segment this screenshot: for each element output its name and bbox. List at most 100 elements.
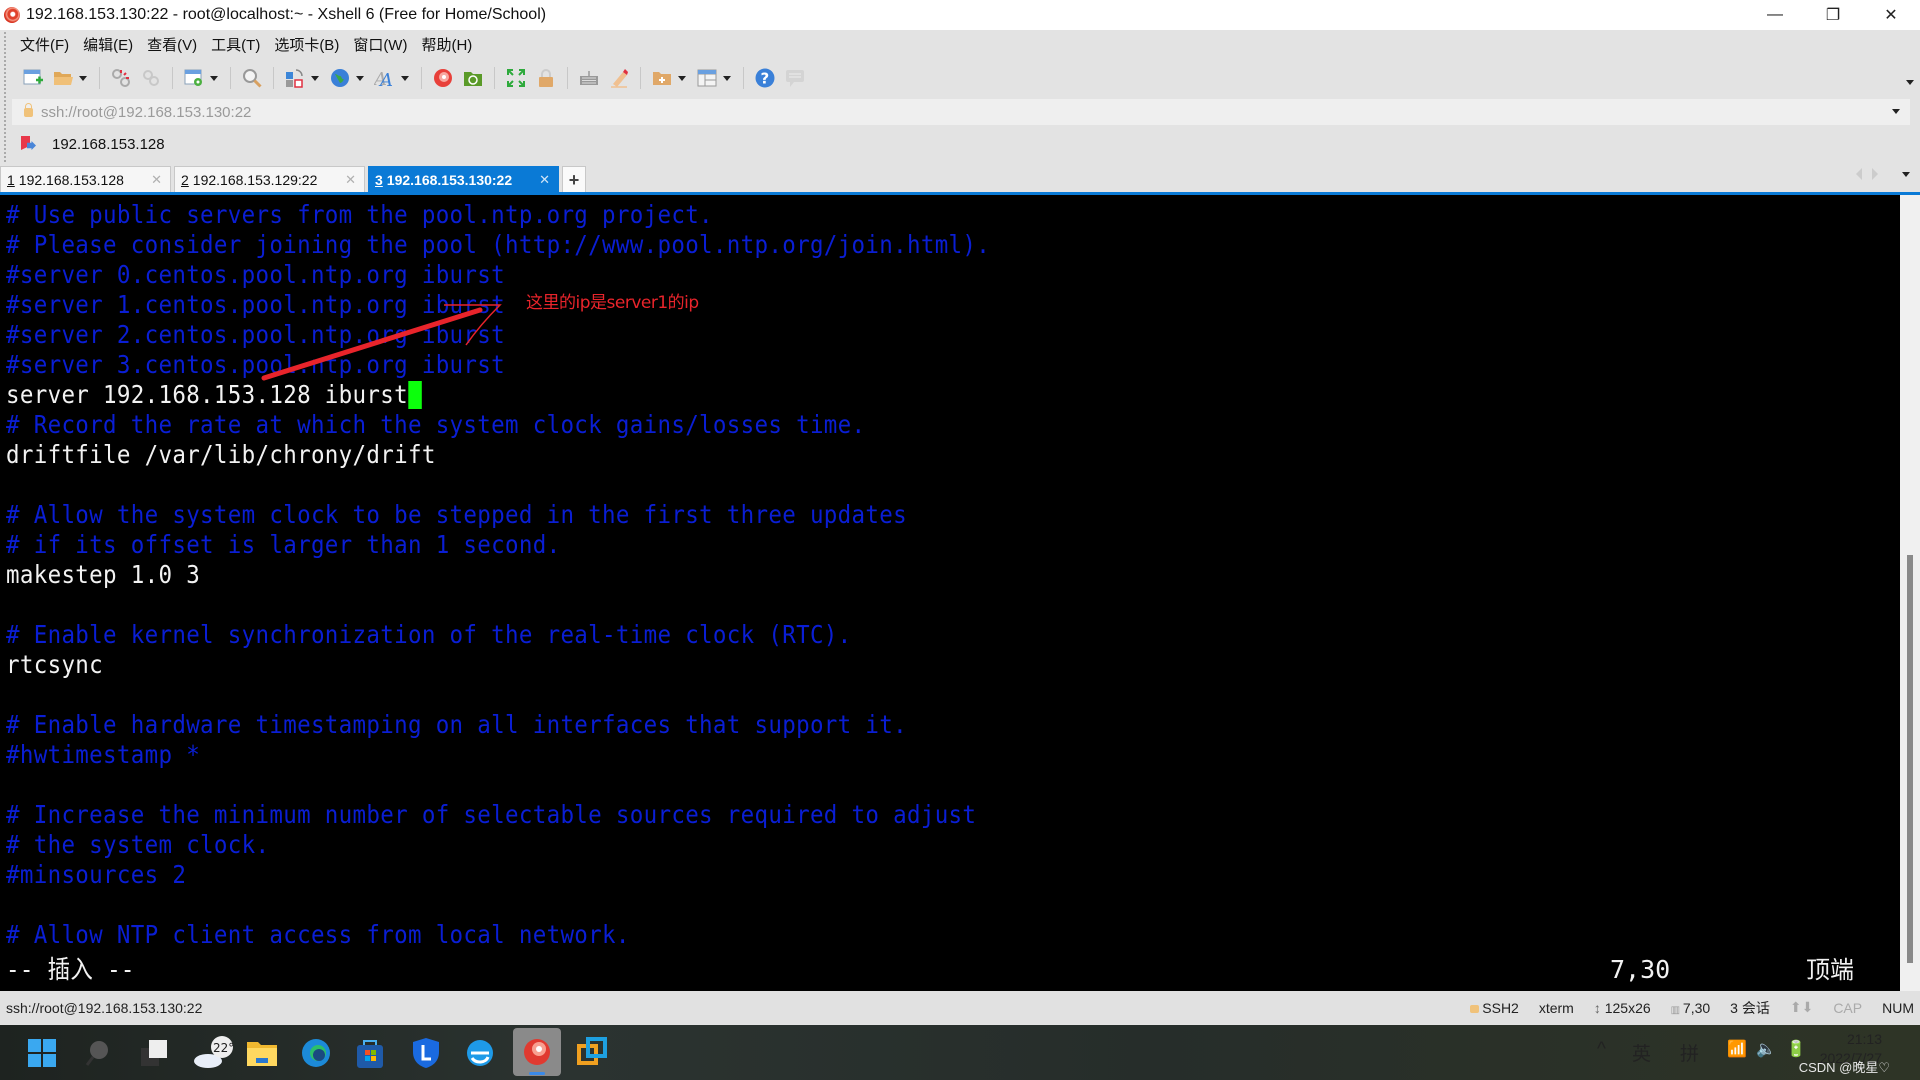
menu-help[interactable]: 帮助(H)	[421, 34, 472, 55]
tab-session-2[interactable]: 2 192.168.153.129:22 ✕	[174, 166, 365, 193]
store-icon[interactable]	[352, 1035, 388, 1071]
new-session-icon[interactable]	[22, 67, 44, 89]
tab-label: 192.168.153.128	[18, 172, 124, 188]
terminal-line: #hwtimestamp *	[6, 740, 200, 770]
quick-session-link[interactable]: 192.168.153.128	[52, 136, 165, 153]
address-dropdown[interactable]	[1892, 109, 1900, 114]
cursor-label: 7,30	[1682, 999, 1711, 1016]
transfer-dropdown[interactable]	[311, 75, 319, 81]
tab-close-icon[interactable]: ✕	[151, 172, 162, 188]
menu-tabs[interactable]: 选项卡(B)	[274, 34, 339, 55]
keyboard-icon[interactable]	[578, 67, 600, 89]
new-folder-icon[interactable]	[651, 67, 673, 89]
help-icon[interactable]: ?	[754, 67, 776, 89]
cursor-icon: ▥	[1670, 1004, 1683, 1016]
transfer-icon[interactable]	[284, 67, 306, 89]
tab-number: 1	[7, 172, 15, 188]
status-cap: CAP	[1833, 999, 1863, 1016]
edge-icon[interactable]	[298, 1035, 334, 1071]
globe-icon[interactable]	[329, 67, 351, 89]
lock-icon[interactable]	[535, 67, 557, 89]
terminal-line: # Allow NTP client access from local net…	[6, 920, 630, 950]
terminal[interactable]: # Allow NTP client access from local net…	[0, 195, 1900, 991]
toolbar: AA ?	[0, 60, 1920, 96]
disconnect-icon[interactable]	[110, 67, 132, 89]
status-num: NUM	[1882, 999, 1914, 1016]
find-icon[interactable]	[241, 67, 263, 89]
address-input[interactable]: ssh://root@192.168.153.130:22	[41, 104, 251, 121]
volume-icon[interactable]: 🔈	[1756, 1039, 1776, 1059]
terminal-line: #minsources 2	[6, 860, 186, 890]
open-dropdown[interactable]	[79, 75, 87, 81]
lenovo-icon[interactable]	[408, 1035, 444, 1071]
weather-temp: 22°	[213, 1041, 234, 1055]
battery-icon[interactable]: 🔋	[1786, 1039, 1806, 1059]
highlight-icon[interactable]	[608, 67, 630, 89]
input-lang-2[interactable]: 拼	[1680, 1039, 1699, 1066]
new-tab-button[interactable]: +	[562, 166, 586, 193]
session-properties-icon[interactable]	[183, 67, 205, 89]
vmware-icon[interactable]	[574, 1035, 610, 1071]
tab-close-icon[interactable]: ✕	[345, 172, 356, 188]
tab-label: 192.168.153.130:22	[386, 172, 513, 188]
tab-list-dropdown[interactable]	[1902, 171, 1910, 177]
font-dropdown[interactable]	[401, 75, 409, 81]
quick-command-bar: 192.168.153.128	[0, 131, 165, 157]
menu-window[interactable]: 窗口(W)	[353, 34, 407, 55]
open-folder-icon[interactable]	[52, 67, 74, 89]
restore-button[interactable]: ❐	[1804, 0, 1862, 30]
vim-mode-line: -- 插入 --	[6, 955, 135, 984]
tab-scroll-right-icon[interactable]	[1872, 168, 1878, 180]
terminal-line-text: driftfile /var/lib/chrony/drift	[6, 440, 436, 469]
terminal-line: # Record the rate at which the system cl…	[6, 410, 865, 440]
layout-dropdown[interactable]	[723, 75, 731, 81]
tab-session-3[interactable]: 3 192.168.153.130:22 ✕	[368, 166, 559, 193]
input-lang-1[interactable]: 英	[1632, 1039, 1651, 1066]
status-terminal-type: xterm	[1538, 999, 1574, 1016]
wifi-icon[interactable]: 📶	[1727, 1039, 1747, 1059]
xftp-icon[interactable]	[462, 67, 484, 89]
weather-icon[interactable]: 22°	[192, 1035, 236, 1071]
status-bar: ssh://root@192.168.153.130:22 SSH2 xterm…	[0, 991, 1920, 1024]
terminal-scrollbar[interactable]	[1900, 195, 1920, 991]
close-button[interactable]: ✕	[1862, 0, 1920, 30]
properties-dropdown[interactable]	[210, 75, 218, 81]
tab-number: 2	[181, 172, 189, 188]
terminal-line: # Increase the minimum number of selecta…	[6, 800, 976, 830]
globe-dropdown[interactable]	[356, 75, 364, 81]
annotation-arrow	[261, 304, 502, 381]
terminal-line: # Enable hardware timestamping on all in…	[6, 710, 907, 740]
annotation-text: 这里的ip是server1的ip	[526, 293, 699, 313]
address-bar[interactable]: ssh://root@192.168.153.130:22	[12, 99, 1910, 125]
font-icon[interactable]: AA	[374, 67, 396, 89]
reconnect-icon[interactable]	[140, 67, 162, 89]
lock-icon	[24, 102, 33, 117]
tab-scroll-left-icon[interactable]	[1856, 168, 1862, 180]
status-cursor: ▥ 7,30	[1671, 1000, 1710, 1016]
tray-chevron-icon[interactable]: ^	[1597, 1039, 1606, 1061]
task-view-icon[interactable]	[136, 1035, 172, 1071]
start-icon[interactable]	[24, 1035, 60, 1071]
layout-icon[interactable]	[696, 67, 718, 89]
scrollbar-thumb[interactable]	[1907, 555, 1913, 963]
toolbar-overflow-dropdown[interactable]	[1906, 80, 1914, 85]
xshell-icon[interactable]	[432, 67, 454, 89]
status-size: ↕ 125x26	[1594, 1000, 1651, 1016]
menu-tools[interactable]: 工具(T)	[211, 34, 260, 55]
chat-icon[interactable]	[784, 67, 806, 89]
menu-edit[interactable]: 编辑(E)	[83, 34, 133, 55]
ie-icon[interactable]	[462, 1035, 498, 1071]
minimize-button[interactable]: —	[1746, 0, 1804, 30]
menu-view[interactable]: 查看(V)	[147, 34, 197, 55]
menu-file[interactable]: 文件(F)	[20, 34, 69, 55]
tab-session-1[interactable]: 1 192.168.153.128 ✕	[0, 166, 171, 193]
xshell-taskbar-icon[interactable]	[513, 1028, 561, 1076]
taskbar: 22° ^ 英 拼 📶 🔈 🔋 21:13 2022/7/27 CSDN @晚星♡	[0, 1025, 1920, 1080]
folder-dropdown[interactable]	[678, 75, 686, 81]
fullscreen-icon[interactable]	[505, 67, 527, 89]
search-icon[interactable]	[80, 1035, 116, 1071]
status-connection: ssh://root@192.168.153.130:22	[6, 999, 203, 1016]
file-explorer-icon[interactable]	[244, 1035, 280, 1071]
terminal-line: # if its offset is larger than 1 second.	[6, 530, 560, 560]
tab-close-icon[interactable]: ✕	[539, 172, 550, 188]
